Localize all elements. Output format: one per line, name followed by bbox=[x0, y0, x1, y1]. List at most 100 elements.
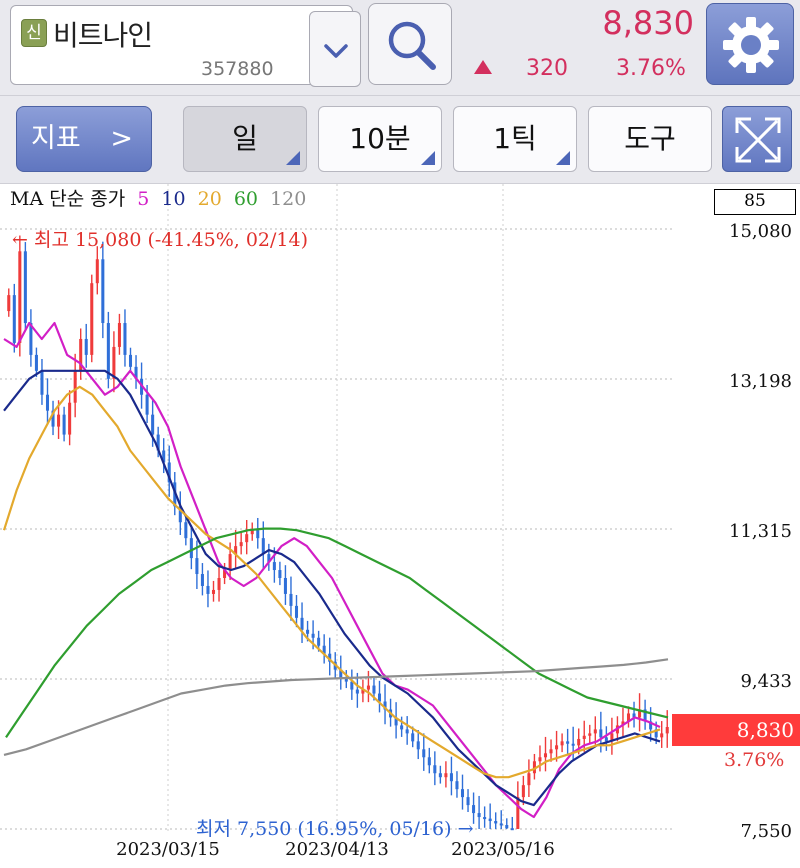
candle-body bbox=[239, 542, 243, 547]
candle-body bbox=[510, 828, 514, 831]
period-minute-button[interactable]: 10분 bbox=[318, 106, 442, 172]
indicator-button[interactable]: 지표 > bbox=[16, 106, 152, 172]
credit-badge: 신 bbox=[21, 19, 47, 47]
candle-body bbox=[145, 394, 149, 415]
candle-body bbox=[228, 554, 232, 571]
y-tick-label: 11,315 bbox=[729, 521, 792, 542]
candle-body bbox=[34, 354, 38, 371]
candle-body bbox=[466, 797, 470, 806]
candle-body bbox=[422, 749, 426, 758]
stock-chart-screen: 신 비트나인 357880 8,830 320 3.76% 지표 > 일 10분… bbox=[0, 0, 800, 868]
candle-body bbox=[588, 733, 592, 736]
stock-header: 신 비트나인 357880 8,830 320 3.76% bbox=[0, 0, 800, 96]
y-tick-label: 7,550 bbox=[740, 821, 792, 842]
candle-body bbox=[593, 729, 597, 734]
candle-body bbox=[427, 757, 431, 766]
candle-body bbox=[582, 735, 586, 739]
candle-body bbox=[560, 741, 564, 746]
candle-body bbox=[604, 737, 608, 742]
candle-body bbox=[200, 574, 204, 586]
period-day-button[interactable]: 일 bbox=[183, 106, 307, 172]
corner-triangle-icon bbox=[556, 151, 570, 165]
search-icon bbox=[388, 21, 436, 70]
candle-body bbox=[455, 781, 459, 790]
tools-button[interactable]: 도구 bbox=[588, 106, 712, 172]
candle-body bbox=[483, 817, 487, 820]
candle-body bbox=[449, 773, 453, 782]
candle-body bbox=[90, 283, 94, 355]
candle-body bbox=[660, 733, 664, 738]
ma-legend: MA 단순 종가 5 10 20 60 120 bbox=[10, 184, 312, 210]
stock-name: 비트나인 bbox=[53, 19, 153, 52]
candle-body bbox=[527, 773, 531, 786]
candle-body bbox=[128, 354, 133, 367]
candle-body bbox=[577, 738, 581, 746]
candle-body bbox=[73, 370, 77, 403]
indicator-label: 지표 bbox=[31, 123, 81, 154]
candle-body bbox=[472, 805, 476, 814]
chevron-right-icon: > bbox=[110, 123, 133, 154]
candle-body bbox=[571, 743, 575, 746]
period-minute-label: 10분 bbox=[349, 122, 411, 155]
candle-body bbox=[57, 414, 61, 427]
x-tick-label: 2023/03/15 bbox=[116, 839, 220, 860]
candle-body bbox=[366, 685, 370, 690]
candle-body bbox=[521, 785, 525, 798]
candle-body bbox=[538, 757, 542, 762]
candle-body bbox=[477, 813, 481, 818]
ma-60-label: 60 bbox=[233, 188, 259, 210]
candle-body bbox=[12, 295, 16, 343]
ma-5-label: 5 bbox=[137, 188, 150, 210]
candle-body bbox=[516, 797, 520, 829]
candle-body bbox=[460, 789, 465, 798]
current-percent-tag: 3.76% bbox=[724, 749, 785, 771]
candle-body bbox=[289, 593, 293, 606]
price-change: 320 bbox=[526, 56, 568, 81]
search-button[interactable] bbox=[368, 3, 452, 85]
candle-body bbox=[7, 295, 11, 312]
y-tick-label: 9,433 bbox=[740, 671, 792, 692]
candle-body bbox=[372, 685, 376, 694]
candle-body bbox=[499, 823, 503, 826]
candle-body bbox=[300, 617, 304, 630]
period-tick-button[interactable]: 1틱 bbox=[453, 106, 577, 172]
candle-body bbox=[665, 727, 669, 734]
candle-body bbox=[444, 773, 448, 778]
candle-body bbox=[245, 534, 249, 543]
candle-body bbox=[543, 753, 548, 758]
expand-button[interactable] bbox=[722, 106, 792, 172]
chart-toolbar: 지표 > 일 10분 1틱 도구 bbox=[0, 96, 800, 184]
high-annotation: ← 최고 15,080 (-41.45%, 02/14) bbox=[12, 229, 308, 251]
candle-body bbox=[151, 414, 155, 435]
candle-body bbox=[62, 414, 66, 435]
candle-body bbox=[433, 765, 437, 774]
candle-body bbox=[68, 402, 72, 435]
candle-body bbox=[256, 530, 260, 539]
candle-body bbox=[555, 745, 559, 750]
candlestick-chart[interactable]: 15,080 13,198 11,315 9,433 7,550 2023/03/15 20… bbox=[0, 184, 800, 868]
settings-button[interactable] bbox=[706, 3, 794, 85]
corner-triangle-icon bbox=[286, 151, 300, 165]
candle-body bbox=[400, 725, 404, 730]
candle-body bbox=[405, 729, 409, 734]
y-tick-label: 15,080 bbox=[729, 221, 792, 242]
price-chart[interactable]: 15,080 13,198 11,315 9,433 7,550 2023/03/15 20… bbox=[0, 184, 800, 868]
candle-body bbox=[272, 562, 276, 571]
candle-body bbox=[355, 689, 359, 694]
candle-body bbox=[117, 323, 121, 347]
stock-dropdown-button[interactable] bbox=[309, 11, 361, 87]
candle-body bbox=[101, 259, 105, 324]
current-price: 8,830 bbox=[602, 4, 694, 42]
candle-body bbox=[106, 323, 110, 379]
candle-body bbox=[23, 251, 27, 324]
stock-code: 357880 bbox=[201, 58, 274, 80]
candle-body bbox=[306, 629, 310, 634]
candle-body bbox=[189, 538, 193, 559]
candle-body bbox=[416, 741, 420, 750]
stock-selector[interactable]: 신 비트나인 357880 bbox=[10, 5, 361, 87]
price-change-percent: 3.76% bbox=[616, 56, 686, 81]
candle-body bbox=[411, 733, 415, 742]
y-tick-label: 13,198 bbox=[729, 371, 792, 392]
ma-120-line bbox=[3, 658, 669, 756]
chevron-down-icon bbox=[324, 44, 348, 58]
